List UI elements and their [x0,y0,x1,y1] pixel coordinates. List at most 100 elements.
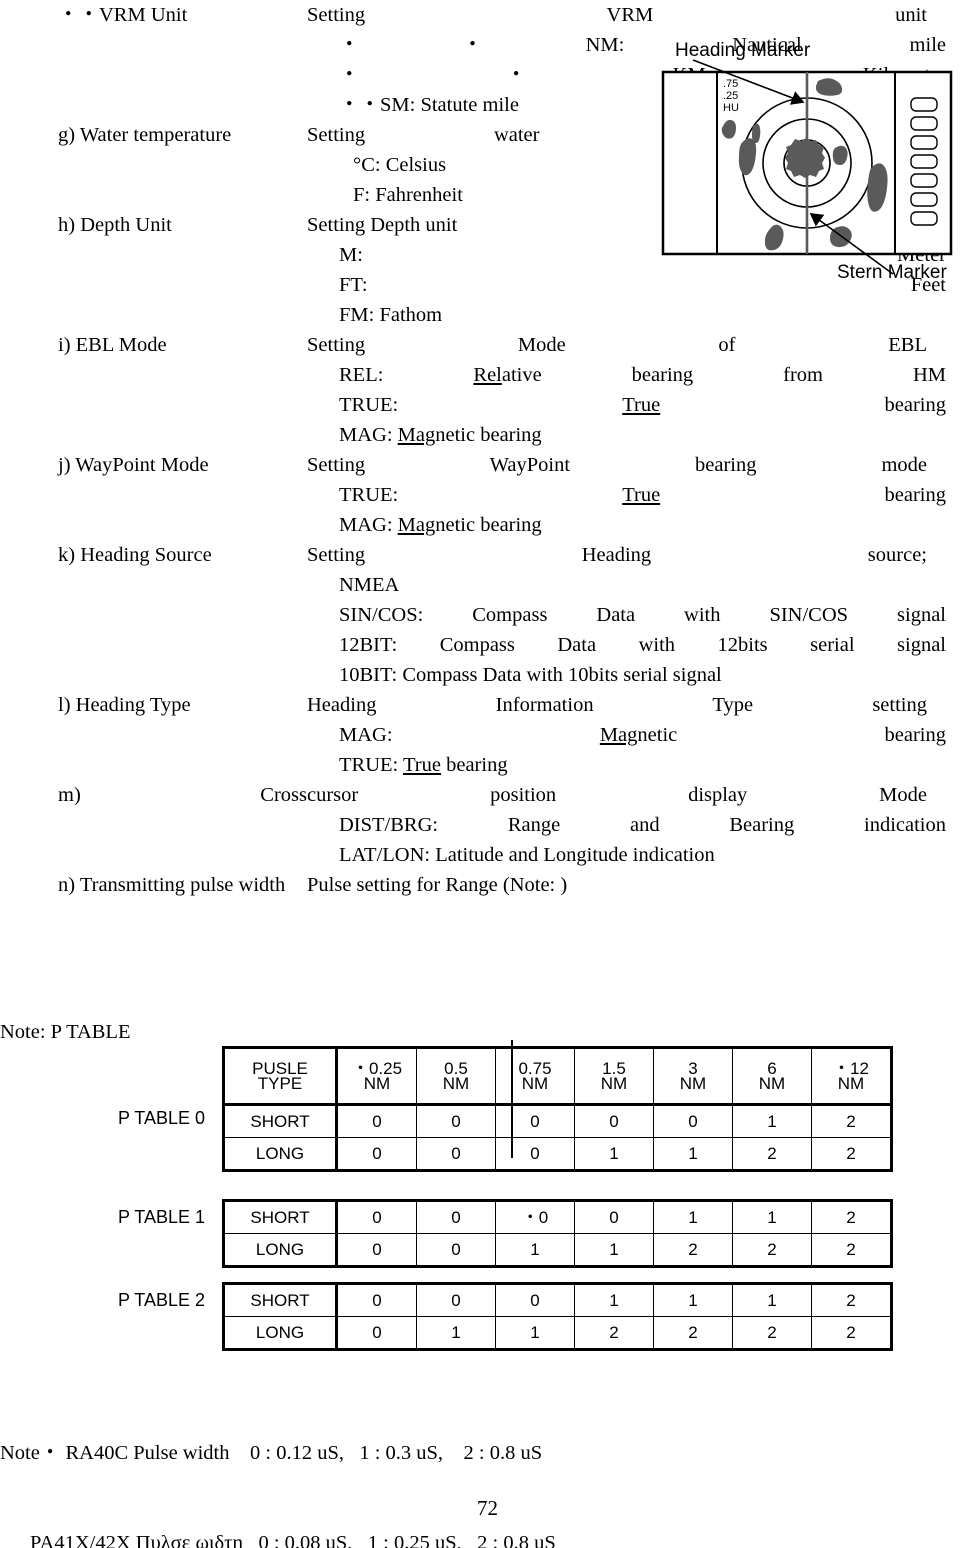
underlined-term: Rel [473,364,502,386]
ptable-value-cell: 2 [811,1200,892,1234]
ptable-value-cell: ・0 [495,1200,575,1234]
setting-description-line: 12BIT: Compass Data with 12bits serial s… [339,634,946,656]
pulse-width-note-line-1: Note・ RA40C Pulse width 0 : 0.12 uS, 1 :… [0,1442,543,1464]
ptable-row-label: SHORT [223,1283,338,1317]
heading-marker-label: Heading Marker [675,40,811,61]
ptable-row-label: LONG [223,1137,338,1171]
ptable-row-label: LONG [223,1316,338,1350]
ptable-value-cell: 2 [811,1104,892,1138]
setting-description: Setting Mode of EBL REL: Relative bearing… [307,330,975,450]
setting-label: ・・VRM Unit [58,4,188,26]
soft-key-button[interactable] [910,116,938,131]
ptable-value-cell: 0 [495,1283,575,1317]
ptable-value-cell: 1 [653,1283,733,1317]
setting-description: Setting Heading source; NMEA SIN/COS: Comp… [307,540,975,690]
setting-description-line: DIST/BRG: Range and Bearing indication [339,814,946,836]
ptable-1: SHORT 0 0 ・0 0 1 1 2 LONG 0 0 1 1 2 2 2 [222,1199,893,1268]
ptable-row: SHORT 0 0 0 0 0 1 2 [223,1104,892,1138]
ptable-value-cell: 1 [416,1316,496,1350]
setting-description-line: cursor position display Mode [307,784,927,806]
setting-label: j) WayPoint Mode [58,454,209,476]
ptable-value-cell: 1 [732,1104,812,1138]
ptable-header-range-cell: 0.5 NM [416,1047,496,1106]
setting-description-line: MAG: Magnetic bearing [339,514,542,536]
ptable-header-range-cell: 6 NM [732,1047,812,1106]
ptable-row-label: SHORT [223,1104,338,1138]
ptable-row: LONG 0 0 1 1 2 2 2 [223,1233,892,1267]
setting-description-line: 10BIT: Compass Data with 10bits serial s… [339,664,722,686]
ptable-2-label: P TABLE 2 [117,1290,205,1310]
ptable-value-cell: 0 [416,1283,496,1317]
ptable-1-label: P TABLE 1 [117,1207,205,1227]
soft-key-button[interactable] [910,154,938,169]
setting-description-line: SIN/COS: Compass Data with SIN/COS signa… [339,604,946,626]
ptable-value-cell: 1 [574,1137,654,1171]
ptable-value-cell: 0 [653,1104,733,1138]
range-label-075: .75 [723,78,738,90]
setting-description: cursor position display Mode DIST/BRG: Ra… [307,780,975,870]
ptable-value-cell: 1 [495,1233,575,1267]
setting-description-line: MAG: Magnetic bearing [339,424,542,446]
ptable-value-cell: 0 [336,1283,417,1317]
ptable-value-cell: 0 [574,1200,654,1234]
page-number: 72 [477,1496,498,1520]
soft-key-button[interactable] [910,97,938,112]
setting-description-line: Setting Mode of EBL [307,334,927,356]
setting-description-line: Setting VRM unit [307,4,927,26]
ptable-1-block: SHORT 0 0 ・0 0 1 1 2 LONG 0 0 1 1 2 2 2 [222,1199,893,1268]
ptable-value-cell: 1 [653,1137,733,1171]
underlined-term: Mag [397,514,436,536]
setting-row: m) Cross cursor position display Mode DIST… [0,780,975,870]
ptable-header-row: PUSLE TYPE ・0.25 NM 0.5 NM 0.75 NM 1.5 NM 3 NM 6 NM ・1… [223,1047,892,1106]
ptable-row: SHORT 0 0 0 1 1 1 2 [223,1283,892,1317]
ptable-value-cell: 1 [732,1200,812,1234]
setting-description-line: Setting WayPoint bearing mode [307,454,927,476]
ptable-2-block: SHORT 0 0 0 1 1 1 2 LONG 0 1 1 2 2 2 2 [222,1282,893,1351]
ptable-value-cell: 2 [811,1233,892,1267]
radar-display-svg: .75 .25 HU [661,59,953,275]
ptable-value-cell: 0 [336,1316,417,1350]
underlined-term: True [622,484,661,506]
ptable-value-cell: 0 [336,1200,417,1234]
setting-description: Pulse setting for Range (Note: ) [307,870,975,900]
ptable-value-cell: 0 [416,1137,496,1171]
heading-up-label: HU [723,102,739,114]
ptable-value-cell: 0 [336,1233,417,1267]
scan-artifact-line [511,1040,513,1158]
ptable-0-block: PUSLE TYPE ・0.25 NM 0.5 NM 0.75 NM 1.5 NM 3 NM 6 NM ・1… [222,1046,893,1172]
ptable-header-range-cell: ・12 NM [811,1047,892,1106]
ptable-value-cell: 0 [416,1233,496,1267]
soft-key-button[interactable] [910,135,938,150]
ptable-value-cell: 1 [495,1316,575,1350]
setting-description: Setting WayPoint bearing mode TRUE: True … [307,450,975,540]
underlined-term: True [622,394,661,416]
setting-row: j) WayPoint Mode Setting WayPoint bearing… [0,450,975,540]
setting-description-line: TRUE: True bearing [339,484,946,506]
soft-key-button[interactable] [910,211,938,226]
pulse-width-notes: Note・ RA40C Pulse width 0 : 0.12 uS, 1 :… [0,1378,556,1548]
ptable-row-label: LONG [223,1233,338,1267]
ptable-value-cell: 1 [574,1283,654,1317]
ptable-header-range-cell: 3 NM [653,1047,733,1106]
ptable-value-cell: 0 [336,1137,417,1171]
ptable-2: SHORT 0 0 0 1 1 1 2 LONG 0 1 1 2 2 2 2 [222,1282,893,1351]
setting-description-line: Setting Heading source; [307,544,927,566]
ptable-header-range-cell: 1.5 NM [574,1047,654,1106]
range-label-025: .25 [723,90,738,102]
ptable-0-label: P TABLE 0 [117,1108,205,1128]
setting-label: i) EBL Mode [58,334,167,356]
setting-description-line: LAT/LON: Latitude and Longitude indicati… [339,844,715,866]
setting-label: n) Transmitting pulse width [58,874,286,896]
soft-key-button[interactable] [910,192,938,207]
ptable-note-heading: Note: P TABLE [0,1021,131,1043]
setting-label: k) Heading Source [58,544,212,566]
ptable-header-type-cell: PUSLE TYPE [223,1047,338,1106]
ptable-value-cell: 0 [336,1104,417,1138]
ptable-value-cell: 2 [811,1283,892,1317]
setting-description: Heading Information Type setting MAG: Mag… [307,690,975,780]
ptable-value-cell: 0 [574,1104,654,1138]
ptable-row: SHORT 0 0 ・0 0 1 1 2 [223,1200,892,1234]
ptable-value-cell: 0 [495,1137,575,1171]
soft-key-button[interactable] [910,173,938,188]
setting-description-line: NMEA [339,574,400,596]
